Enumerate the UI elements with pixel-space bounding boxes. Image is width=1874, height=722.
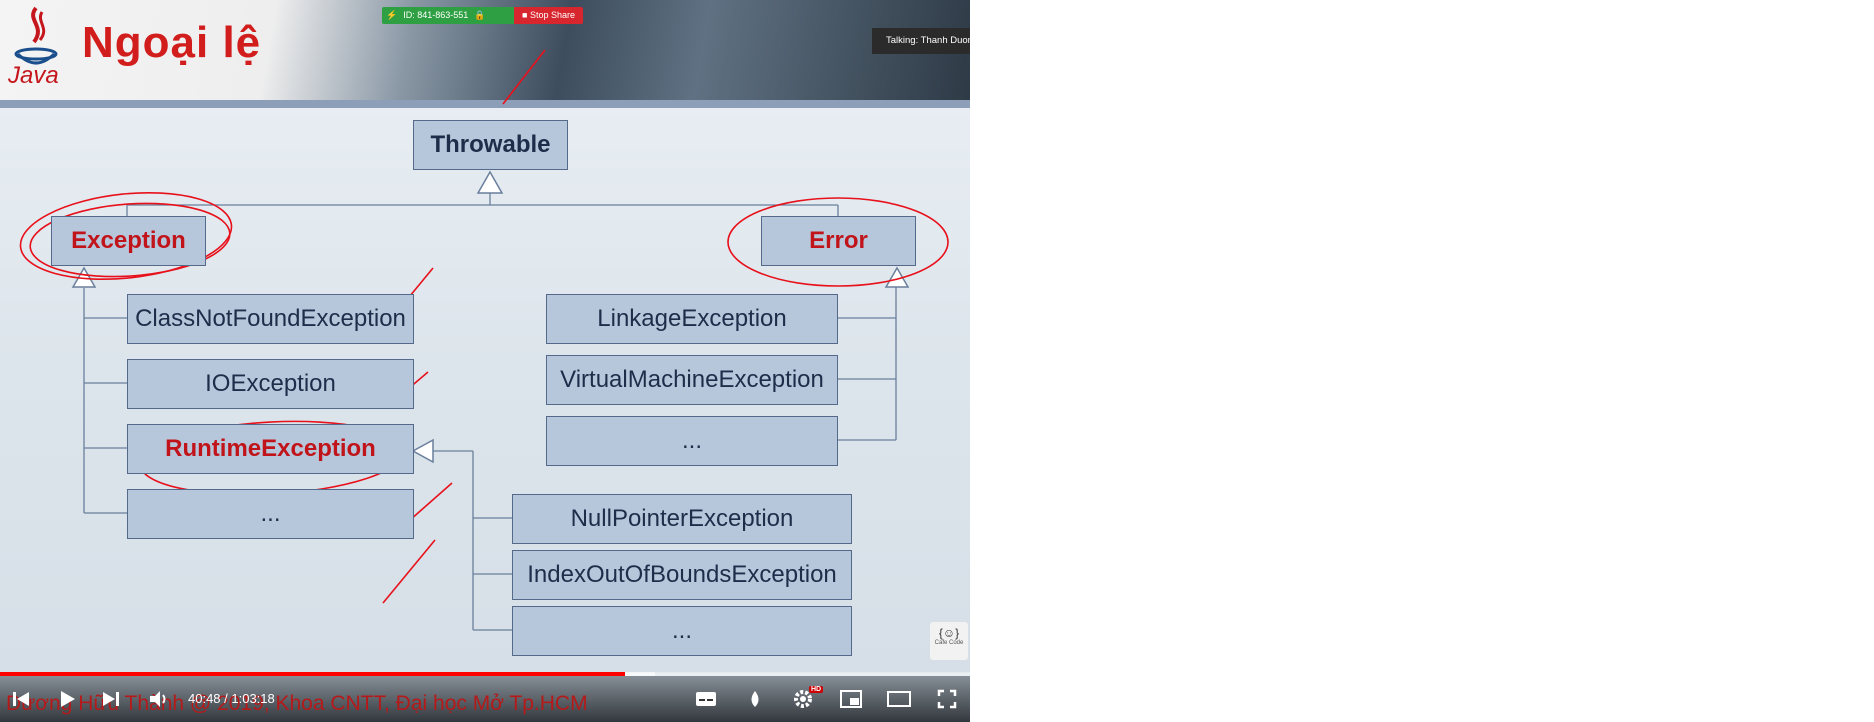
exception-box: Exception [51, 216, 206, 266]
next-button[interactable] [98, 686, 124, 712]
play-button[interactable] [54, 686, 80, 712]
ioexception-box: IOException [127, 359, 414, 409]
vm-exception-box: VirtualMachineException [546, 355, 838, 405]
fullscreen-button[interactable] [934, 686, 960, 712]
theater-mode-icon [887, 691, 911, 707]
miniplayer-icon [840, 690, 862, 708]
skip-previous-icon [13, 692, 29, 706]
volume-icon [150, 691, 166, 707]
throwable-box: Throwable [413, 120, 568, 170]
time-display: 40:48 / 1:03:18 [188, 691, 275, 706]
inheritance-arrow-throwable [476, 170, 504, 194]
linkage-exception-box: LinkageException [546, 294, 838, 344]
video-player[interactable]: Java Ngoại lệ ⚡ ID: 841-863-551 🔒 ■ Stop… [0, 0, 970, 722]
exception-more-box: ... [127, 489, 414, 539]
subtitles-icon [696, 692, 716, 706]
inheritance-arrow-runtime [411, 438, 434, 464]
skip-next-icon [103, 692, 119, 706]
nullpointer-box: NullPointerException [512, 494, 852, 544]
cafe-code-label: Cafe Code [934, 640, 964, 646]
fullscreen-icon [937, 689, 957, 709]
hd-badge: HD [809, 686, 824, 693]
slide-footer: Dương Hữu Thành @ 2019, Khoa CNTT, Đại h… [6, 692, 588, 715]
subtitles-button[interactable] [693, 686, 719, 712]
error-more-box: ... [546, 416, 838, 466]
previous-button[interactable] [8, 686, 34, 712]
runtime-more-box: ... [512, 606, 852, 656]
runtime-exception-box: RuntimeException [127, 424, 414, 474]
classnotfound-box: ClassNotFoundException [127, 294, 414, 344]
cafe-code-logo: {☺} Cafe Code [930, 622, 968, 660]
error-box: Error [761, 216, 916, 266]
droplet-icon [751, 691, 759, 707]
play-icon [61, 691, 75, 707]
miniplayer-button[interactable] [838, 686, 864, 712]
ambient-button[interactable] [742, 686, 768, 712]
volume-button[interactable] [146, 686, 172, 712]
theater-button[interactable] [886, 686, 912, 712]
indexoutofbounds-box: IndexOutOfBoundsException [512, 550, 852, 600]
